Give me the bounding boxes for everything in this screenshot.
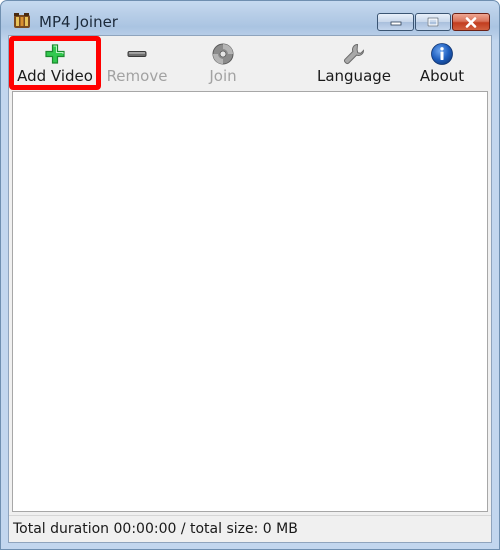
info-icon [431, 43, 453, 65]
maximize-button[interactable] [415, 13, 451, 31]
toolbar: Add Video Remove Join Language About [9, 36, 491, 90]
status-bar: Total duration 00:00:00 / total size: 0 … [9, 515, 491, 542]
close-icon [465, 16, 477, 28]
title-bar[interactable]: MP4 Joiner [1, 1, 499, 37]
video-list[interactable] [12, 91, 488, 512]
wrench-icon [343, 43, 365, 65]
join-button[interactable]: Join [197, 36, 249, 90]
language-button[interactable]: Language [314, 36, 394, 90]
minus-icon [127, 51, 147, 57]
disc-icon [212, 43, 234, 65]
minimize-button[interactable] [377, 13, 414, 31]
language-label: Language [316, 67, 392, 85]
window-title: MP4 Joiner [39, 13, 118, 31]
add-video-button[interactable]: Add Video [9, 36, 101, 90]
window-client-area: Add Video Remove Join Language About Tot… [8, 35, 492, 543]
remove-button[interactable]: Remove [103, 36, 171, 90]
about-label: About [419, 67, 465, 85]
join-label: Join [209, 67, 237, 85]
about-button[interactable]: About [414, 36, 470, 90]
add-video-label: Add Video [17, 67, 93, 85]
status-text: Total duration 00:00:00 / total size: 0 … [13, 521, 298, 537]
close-button[interactable] [452, 13, 490, 31]
minimize-icon [390, 21, 401, 26]
remove-label: Remove [106, 67, 168, 85]
app-window: MP4 Joiner Add Video Remove Join Languag… [0, 0, 500, 550]
film-reel-icon [14, 13, 30, 28]
maximize-icon [427, 17, 439, 27]
plus-icon [45, 44, 65, 64]
